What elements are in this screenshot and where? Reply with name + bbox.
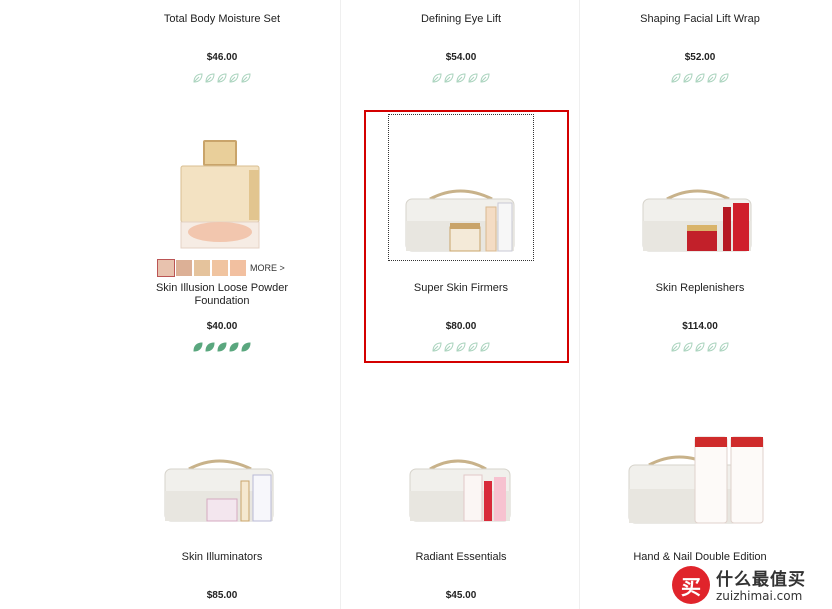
product-card[interactable]: Defining Eye Lift $54.00 (342, 0, 580, 100)
watermark: 买 什么最值买 zuizhimai.com (672, 563, 828, 607)
leaf-rating-filled-icon (241, 342, 251, 352)
more-shades-link[interactable]: MORE > (250, 263, 285, 273)
leaf-rating-empty-icon (468, 73, 478, 83)
watermark-logo: 买 (672, 566, 710, 604)
product-price: $85.00 (206, 590, 238, 601)
product-name[interactable]: Total Body Moisture Set (103, 13, 341, 26)
product-card[interactable]: Skin Replenishers $114.00 (581, 110, 819, 360)
leaf-rating-empty-icon (432, 73, 442, 83)
product-image[interactable] (161, 455, 281, 525)
watermark-title: 什么最值买 (716, 570, 806, 590)
leaf-rating-filled-icon (193, 342, 203, 352)
leaf-rating-empty-icon (480, 73, 490, 83)
product-card[interactable]: Skin Illuminators $85.00 (103, 380, 341, 609)
leaf-rating-empty-icon (229, 73, 239, 83)
leaf-rating-empty-icon (241, 73, 251, 83)
leaf-rating-empty-icon (444, 73, 454, 83)
product-price: $52.00 (684, 52, 716, 63)
product-card[interactable]: Total Body Moisture Set $46.00 (103, 0, 341, 100)
shade-swatch[interactable] (176, 260, 192, 276)
product-name[interactable]: Skin Illusion Loose Powder Foundation (103, 282, 341, 308)
leaf-rating-empty-icon (671, 342, 681, 352)
product-card[interactable]: Shaping Facial Lift Wrap $52.00 (581, 0, 819, 100)
product-name[interactable]: Skin Replenishers (581, 282, 819, 295)
leaf-rating-empty-icon (683, 73, 693, 83)
watermark-url: zuizhimai.com (716, 589, 803, 603)
leaf-rating-empty-icon (695, 73, 705, 83)
rating-stars (342, 73, 580, 85)
shade-swatch[interactable] (194, 260, 210, 276)
leaf-rating-empty-icon (683, 342, 693, 352)
leaf-rating-empty-icon (671, 73, 681, 83)
rating-stars (103, 342, 341, 354)
leaf-rating-empty-icon (217, 73, 227, 83)
product-name[interactable]: Skin Illuminators (103, 551, 341, 564)
leaf-rating-filled-icon (205, 342, 215, 352)
product-image[interactable] (406, 455, 516, 525)
product-image[interactable] (625, 435, 775, 527)
shade-swatches: MORE > (157, 259, 285, 277)
leaf-rating-filled-icon (229, 342, 239, 352)
product-price: $40.00 (206, 321, 238, 332)
shade-swatch[interactable] (212, 260, 228, 276)
shade-swatch[interactable] (230, 260, 246, 276)
product-price: $114.00 (682, 321, 718, 332)
leaf-rating-empty-icon (695, 342, 705, 352)
product-name[interactable]: Radiant Essentials (342, 551, 580, 564)
product-image[interactable] (175, 140, 265, 250)
leaf-rating-empty-icon (719, 342, 729, 352)
shade-swatch[interactable] (157, 259, 175, 277)
focus-outline (388, 114, 534, 261)
leaf-rating-empty-icon (205, 73, 215, 83)
leaf-rating-empty-icon (707, 342, 717, 352)
rating-stars (103, 73, 341, 85)
leaf-rating-empty-icon (719, 73, 729, 83)
leaf-rating-filled-icon (217, 342, 227, 352)
product-card[interactable]: MORE > Skin Illusion Loose Powder Founda… (103, 110, 341, 360)
product-card[interactable]: Radiant Essentials $45.00 (342, 380, 580, 609)
product-name[interactable]: Shaping Facial Lift Wrap (581, 13, 819, 26)
product-price: $54.00 (445, 52, 477, 63)
leaf-rating-empty-icon (707, 73, 717, 83)
rating-stars (581, 342, 819, 354)
product-price: $46.00 (206, 52, 238, 63)
product-name[interactable]: Defining Eye Lift (342, 13, 580, 26)
product-image[interactable] (639, 185, 759, 255)
product-grid: Total Body Moisture Set $46.00 Defining … (0, 0, 832, 609)
product-price: $45.00 (445, 590, 477, 601)
rating-stars (581, 73, 819, 85)
leaf-rating-empty-icon (193, 73, 203, 83)
leaf-rating-empty-icon (456, 73, 466, 83)
